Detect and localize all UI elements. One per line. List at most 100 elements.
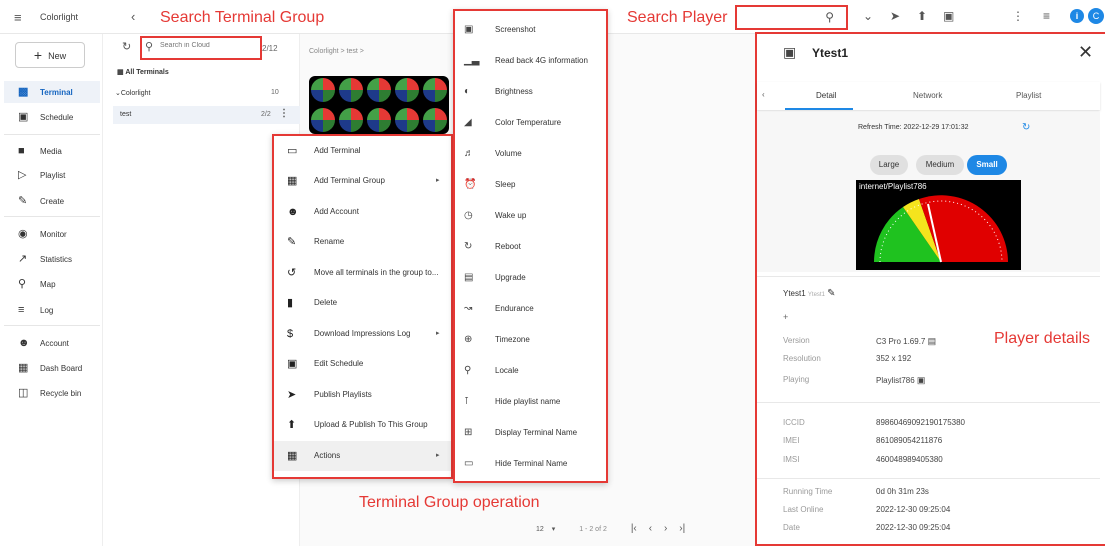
sidebar-item-schedule[interactable]: ▣ Schedule <box>4 106 100 128</box>
action-locale[interactable]: ⚲ Locale <box>455 355 606 386</box>
terminal-thumbnail[interactable] <box>309 76 449 134</box>
menu-item-edit-schedule[interactable]: ▣ Edit Schedule <box>274 349 451 379</box>
action-screenshot[interactable]: ▣ Screenshot <box>455 14 606 45</box>
menu-item-label: Upload & Publish To This Group <box>314 420 428 429</box>
send-icon[interactable]: ➤ <box>890 9 900 23</box>
tree-node-test[interactable]: test 2/2 ⋮ <box>113 106 300 124</box>
menu-item-rename[interactable]: ✎ Rename <box>274 227 451 257</box>
group-search-input[interactable] <box>160 42 256 49</box>
playlist-icon: ▷ <box>18 169 27 181</box>
info-icon[interactable]: i <box>1070 9 1084 23</box>
first-page-icon[interactable]: |‹ <box>631 523 637 534</box>
breadcrumb[interactable]: Colorlight > test > <box>309 48 364 55</box>
sidebar-item-playlist[interactable]: ▷ Playlist <box>4 164 100 186</box>
sidebar-item-dashboard[interactable]: ▦ Dash Board <box>4 357 100 379</box>
person-icon: ☻ <box>18 337 30 349</box>
menu-item-label: Actions <box>314 451 341 460</box>
upload-icon[interactable]: ⬆ <box>917 9 927 23</box>
sidebar-item-account[interactable]: ☻ Account <box>4 332 100 354</box>
chevron-down-icon[interactable]: ▾ <box>552 526 556 533</box>
action-reboot[interactable]: ↻ Reboot <box>455 231 606 262</box>
tab-network[interactable]: Network <box>913 91 942 100</box>
action-volume[interactable]: ♬ Volume <box>455 138 606 169</box>
menu-item-actions[interactable]: ▦ Actions ▸ <box>274 441 451 471</box>
sidebar-item-create[interactable]: ✎ Create <box>4 190 100 212</box>
action-hide-playlist-name[interactable]: ⊺ Hide playlist name <box>455 386 606 417</box>
close-icon[interactable]: ✕ <box>1078 42 1093 63</box>
prev-page-icon[interactable]: ‹ <box>649 523 652 534</box>
list-icon[interactable]: ≡ <box>1043 9 1050 23</box>
menu-item-add-account[interactable]: ☻ Add Account <box>274 197 451 227</box>
action-hide-terminal-name[interactable]: ▭ Hide Terminal Name <box>455 448 606 479</box>
avatar[interactable]: C <box>1088 8 1104 24</box>
more-vert-icon[interactable]: ⋮ <box>279 108 289 119</box>
menu-item-add-terminal-group[interactable]: ▦ Add Terminal Group ▸ <box>274 166 451 196</box>
tree-node-colorlight[interactable]: ⌄Colorlight <box>115 89 150 97</box>
preview-icon[interactable]: ▣ <box>917 375 926 385</box>
hide-terminal-icon: ▭ <box>464 458 474 469</box>
sidebar-item-label: Monitor <box>40 230 67 239</box>
action-display-terminal-name[interactable]: ⊞ Display Terminal Name <box>455 417 606 448</box>
more-vert-icon[interactable]: ⋮ <box>1012 9 1024 23</box>
sidebar-item-terminal[interactable]: ▩ Terminal <box>4 81 100 103</box>
trash-icon: ▮ <box>287 297 294 309</box>
player-alias: Ytest1 <box>807 292 825 298</box>
menu-item-delete[interactable]: ▮ Delete <box>274 288 451 318</box>
search-icon[interactable]: ⚲ <box>825 10 834 24</box>
display-name-icon: ⊞ <box>464 427 473 438</box>
sidebar-item-statistics[interactable]: ↗ Statistics <box>4 248 100 270</box>
menu-item-add-terminal[interactable]: ▭ Add Terminal <box>274 136 451 166</box>
tree-node-label: test <box>120 111 132 118</box>
search-icon: ⚲ <box>145 41 154 53</box>
hamburger-menu-icon[interactable]: ≡ <box>14 10 22 25</box>
divider <box>757 276 1100 277</box>
action-wake-up[interactable]: ◷ Wake up <box>455 200 606 231</box>
action-label: Screenshot <box>495 25 536 34</box>
size-large-button[interactable]: Large <box>870 155 908 175</box>
menu-item-publish-playlists[interactable]: ➤ Publish Playlists <box>274 380 451 410</box>
action-endurance[interactable]: ↝ Endurance <box>455 293 606 324</box>
add-tag-button[interactable]: + <box>783 312 788 322</box>
menu-item-download-impressions-log[interactable]: $ Download Impressions Log ▸ <box>274 319 451 349</box>
chevron-down-icon[interactable]: ⌄ <box>863 9 873 23</box>
refresh-icon[interactable]: ↻ <box>122 40 131 53</box>
sidebar-item-media[interactable]: ■ Media <box>4 140 100 162</box>
group-icon: ▦ <box>287 175 298 187</box>
map-pin-icon: ⚲ <box>18 278 27 290</box>
group-search-field[interactable]: ⚲ <box>140 36 262 60</box>
refresh-icon[interactable]: ↻ <box>1022 122 1030 133</box>
action-brightness[interactable]: ◐ Brightness <box>455 76 606 107</box>
player-search-input[interactable]: ⚲ <box>735 5 848 30</box>
screenshot-icon[interactable]: ▣ <box>943 9 954 23</box>
new-button-label: New <box>48 51 67 61</box>
menu-item-move-terminals[interactable]: ↺ Move all terminals in the group to... <box>274 258 451 288</box>
action-read-4g[interactable]: ▁▃ Read back 4G information <box>455 45 606 76</box>
sidebar-item-log[interactable]: ≡ Log <box>4 299 100 321</box>
size-small-button[interactable]: Small <box>967 155 1007 175</box>
action-timezone[interactable]: ⊕ Timezone <box>455 324 606 355</box>
action-upgrade[interactable]: ▤ Upgrade <box>455 262 606 293</box>
last-page-icon[interactable]: ›| <box>679 523 685 534</box>
sidebar-item-monitor[interactable]: ◉ Monitor <box>4 223 100 245</box>
menu-item-upload-publish[interactable]: ⬆ Upload & Publish To This Group <box>274 410 451 440</box>
status-value: 2022-12-30 09:25:04 <box>876 505 951 514</box>
group-match-count: 2/12 <box>262 44 278 53</box>
action-label: Read back 4G information <box>495 56 588 65</box>
size-medium-button[interactable]: Medium <box>916 155 964 175</box>
sleep-icon: ⏰ <box>464 179 477 190</box>
detail-key: Version <box>783 336 810 345</box>
sidebar-item-recycle-bin[interactable]: ◫ Recycle bin <box>4 382 100 404</box>
new-button[interactable]: + New <box>15 42 85 68</box>
edit-pencil-icon[interactable]: ✎ <box>827 288 835 299</box>
media-icon: ■ <box>18 145 25 157</box>
chevron-left-icon[interactable]: ‹ <box>762 90 765 99</box>
tab-playlist[interactable]: Playlist <box>1016 91 1041 100</box>
tab-detail[interactable]: Detail <box>816 91 836 100</box>
sidebar-item-map[interactable]: ⚲ Map <box>4 273 100 295</box>
action-color-temperature[interactable]: ◢ Color Temperature <box>455 107 606 138</box>
action-sleep[interactable]: ⏰ Sleep <box>455 169 606 200</box>
next-page-icon[interactable]: › <box>664 523 667 534</box>
page-size-select[interactable]: 12 <box>536 526 544 533</box>
all-terminals-node[interactable]: ▦ All Terminals <box>117 68 169 76</box>
back-arrow-icon[interactable]: ‹ <box>131 9 135 24</box>
